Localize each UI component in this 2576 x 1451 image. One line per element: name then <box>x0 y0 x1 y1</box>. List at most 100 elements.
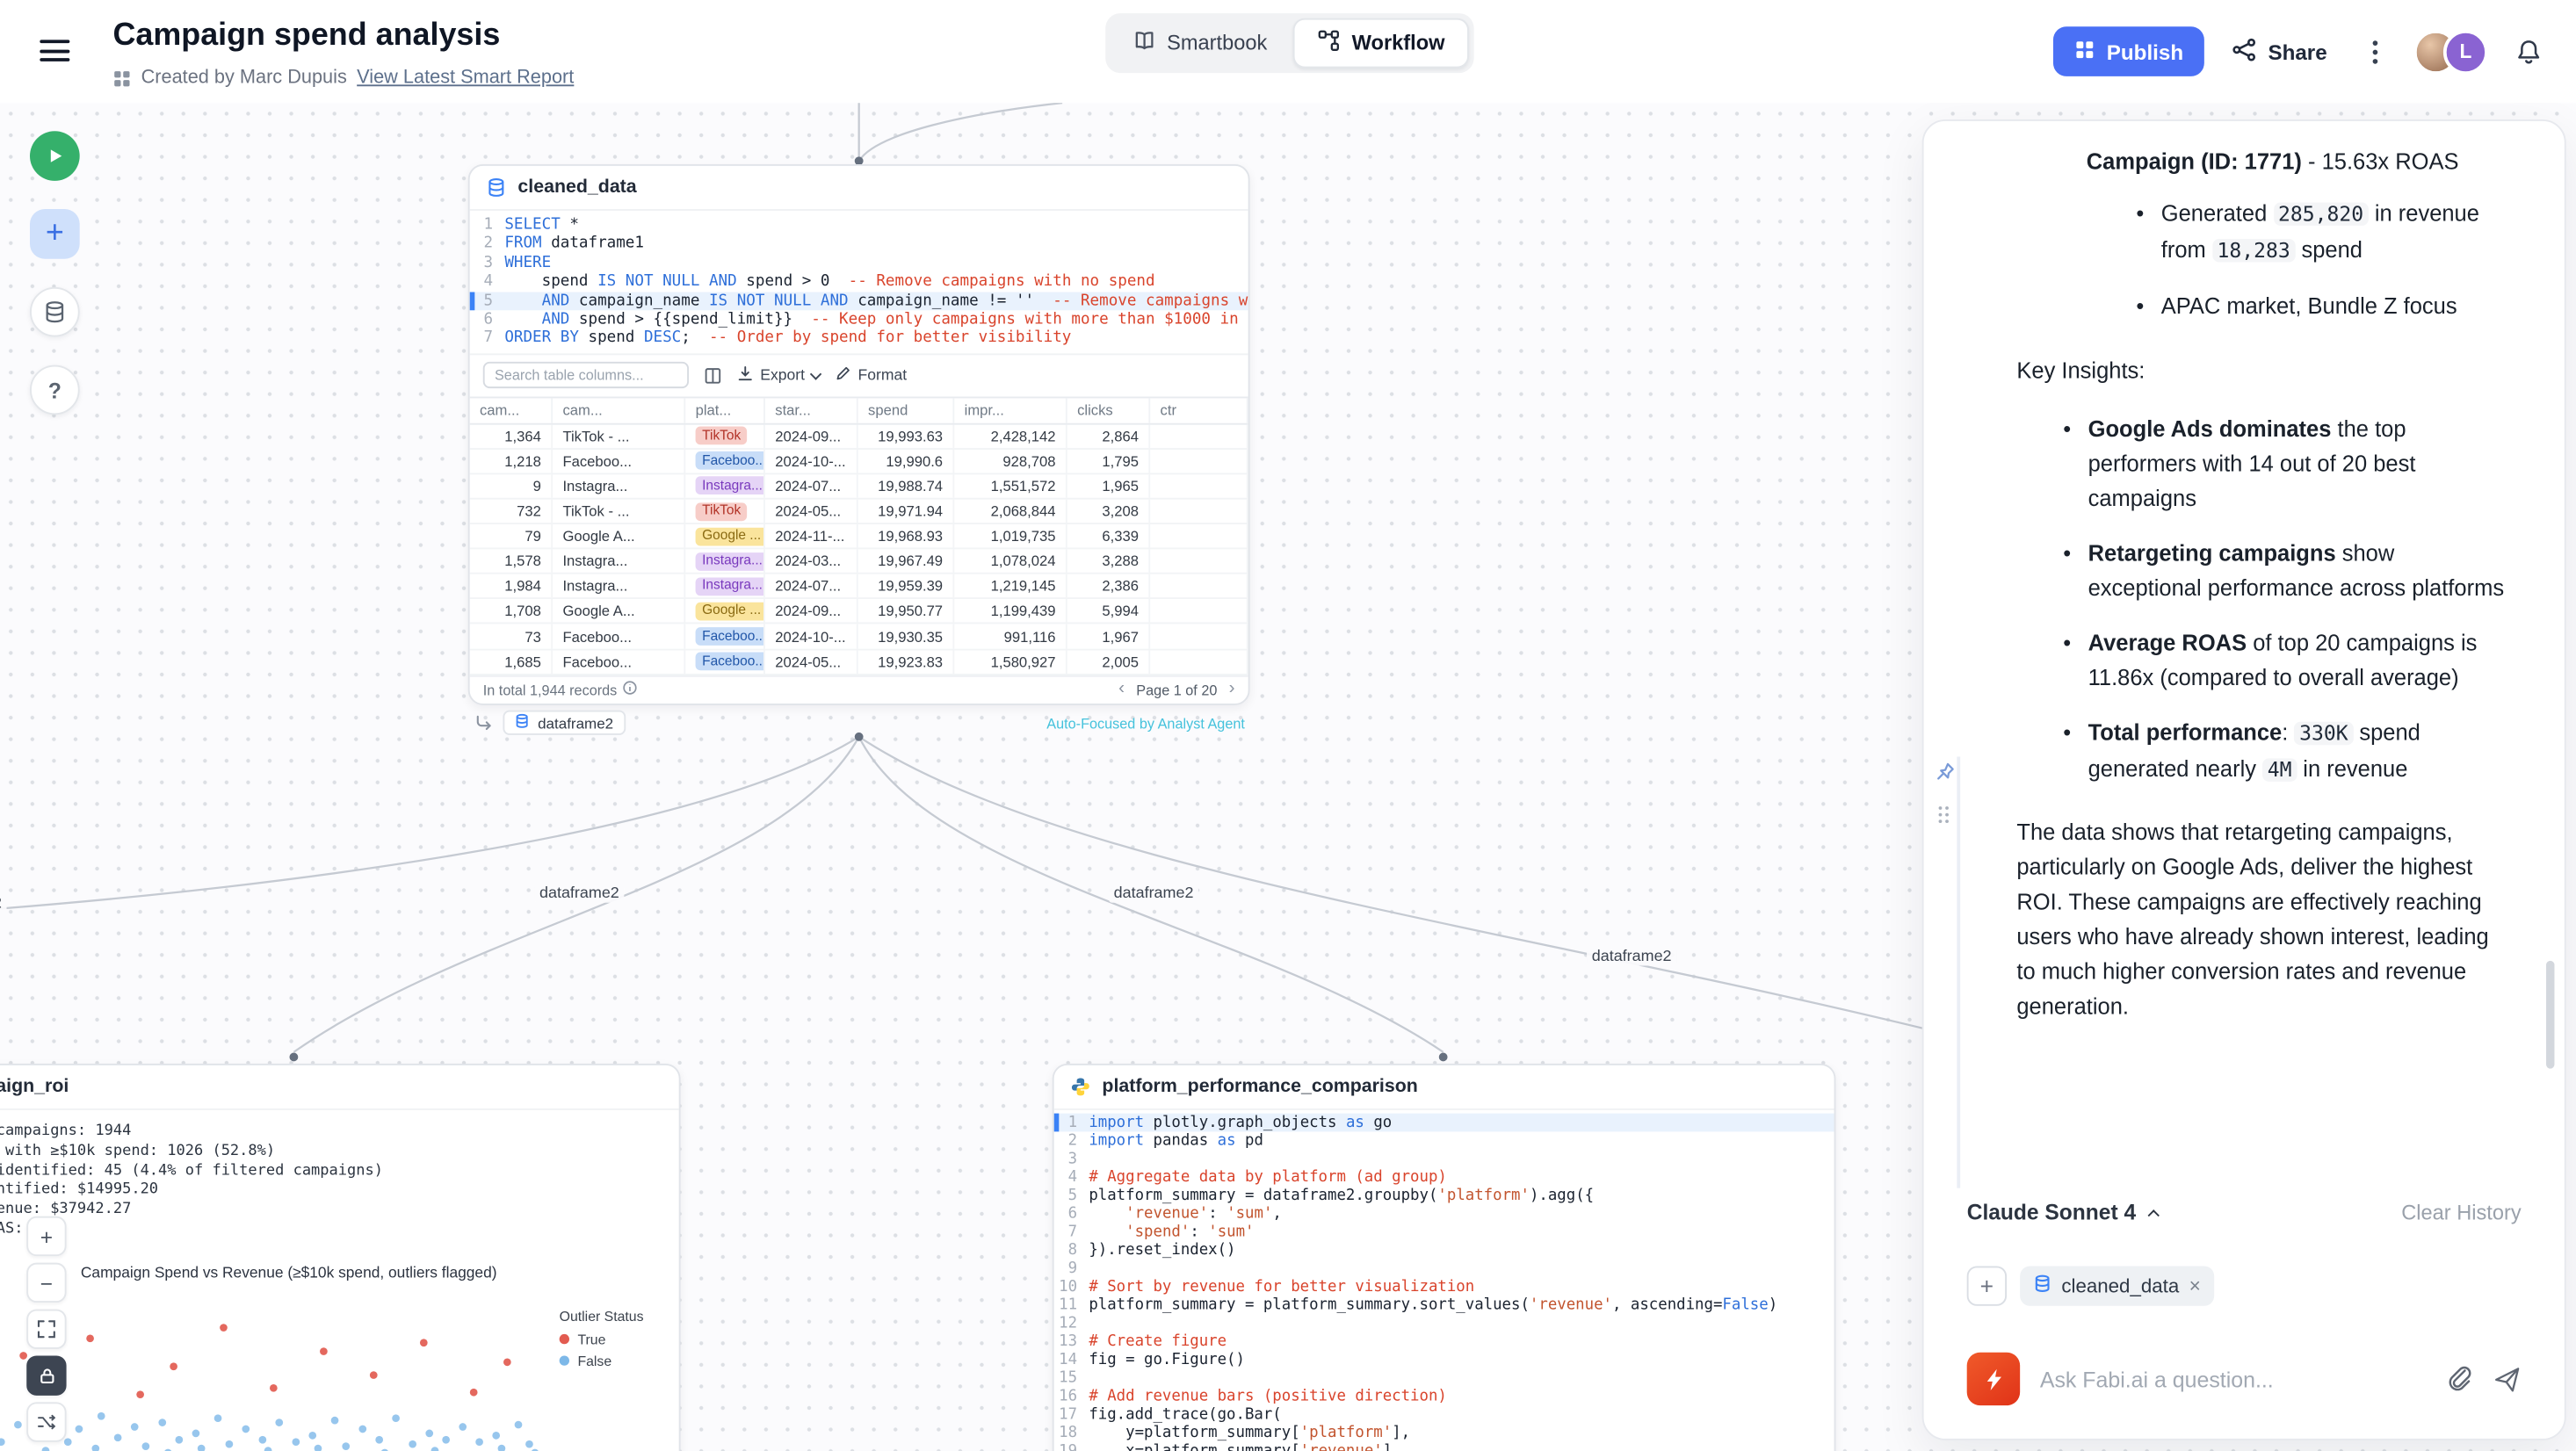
scatter-plot[interactable] <box>0 1290 546 1451</box>
latest-report-link[interactable]: View Latest Smart Report <box>357 68 574 88</box>
collaborator-avatars[interactable]: L <box>2413 29 2488 74</box>
table-cell <box>1150 650 1248 674</box>
publish-button[interactable]: Publish <box>2053 26 2204 76</box>
auto-layout-button[interactable] <box>26 1402 66 1441</box>
pin-icon[interactable] <box>1936 760 1956 790</box>
table-row[interactable]: 1,578Instagra...Instagra...2024-03...19,… <box>470 550 1248 575</box>
clear-history-button[interactable]: Clear History <box>2401 1201 2521 1224</box>
table-cell: 3,208 <box>1067 500 1150 523</box>
python-icon <box>1071 1077 1091 1097</box>
export-button[interactable]: Export <box>737 365 820 386</box>
column-header[interactable]: clicks <box>1067 398 1150 422</box>
table-row[interactable]: 73Faceboo...Faceboo...2024-10-...19,930.… <box>470 624 1248 650</box>
tab-smartbook-label: Smartbook <box>1167 32 1267 54</box>
node-platform-performance[interactable]: platform_performance_comparison 1import … <box>1053 1064 1836 1451</box>
run-all-button[interactable] <box>30 131 80 181</box>
table-cell: TikTok - ... <box>553 500 685 523</box>
node-header[interactable]: platform_performance_comparison <box>1054 1065 1834 1108</box>
dataframe-chip[interactable]: dataframe2 <box>503 711 625 735</box>
zoom-in-button[interactable]: + <box>26 1216 66 1256</box>
code-line: 3WHERE <box>470 254 1248 273</box>
column-header[interactable]: cam... <box>553 398 685 422</box>
chat-question-input[interactable] <box>2040 1367 2427 1391</box>
add-context-button[interactable]: + <box>1967 1266 2007 1305</box>
output-line: Total ad campaigns: 1944 <box>0 1123 662 1143</box>
scatter-point <box>492 1432 500 1440</box>
node-header[interactable]: campaign_roi <box>0 1065 679 1108</box>
table-row[interactable]: 79Google A...Google ...2024-11-...19,968… <box>470 524 1248 550</box>
code-line: 18 y=platform_summary['platform'], <box>1054 1424 1834 1442</box>
table-cell: 1,580,927 <box>954 650 1067 674</box>
chat-scrollbar[interactable] <box>2546 961 2554 1069</box>
table-cell: 1,965 <box>1067 474 1150 498</box>
info-icon[interactable] <box>622 681 637 699</box>
table-cell <box>1150 424 1248 448</box>
platform-badge: Google ... <box>696 603 765 621</box>
column-header[interactable]: impr... <box>954 398 1067 422</box>
scatter-point <box>459 1423 467 1431</box>
column-header[interactable]: spend <box>858 398 955 422</box>
table-cell: Instagra... <box>685 474 765 498</box>
column-header[interactable]: cam... <box>470 398 553 422</box>
code-line: 14fig = go.Figure() <box>1054 1351 1834 1369</box>
node-campaign-roi[interactable]: campaign_roi Total ad campaigns: 1944 Cam… <box>0 1064 681 1451</box>
add-cell-button[interactable]: + <box>30 209 80 259</box>
table-search-input[interactable] <box>483 362 689 388</box>
scatter-point <box>498 1444 506 1451</box>
data-sources-button[interactable] <box>30 287 80 337</box>
sql-editor[interactable]: 1SELECT *2FROM dataframe13WHERE4 spend I… <box>470 209 1248 353</box>
format-button[interactable]: Format <box>835 365 907 386</box>
table-cell: 19,993.63 <box>858 424 955 448</box>
scatter-point <box>170 1362 177 1370</box>
table-row[interactable]: 1,685Faceboo...Faceboo...2024-05...19,92… <box>470 650 1248 675</box>
table-cell: 991,116 <box>954 624 1067 648</box>
scatter-point <box>226 1440 234 1447</box>
scatter-point <box>370 1371 378 1379</box>
context-chip[interactable]: cleaned_data × <box>2020 1266 2214 1305</box>
fit-view-button[interactable] <box>26 1310 66 1349</box>
table-row[interactable]: 1,218Faceboo...Faceboo...2024-10-...19,9… <box>470 450 1248 475</box>
share-button[interactable]: Share <box>2223 26 2337 76</box>
notifications-bell-icon[interactable] <box>2507 30 2550 73</box>
header-actions: Publish Share L <box>2053 26 2549 76</box>
table-row[interactable]: 1,364TikTok - ...TikTok2024-09...19,993.… <box>470 424 1248 450</box>
prev-page-button[interactable]: ‹ <box>1118 681 1125 699</box>
node-header[interactable]: cleaned_data <box>470 166 1248 209</box>
table-cell: Faceboo... <box>553 650 685 674</box>
legend-item[interactable]: True <box>560 1331 644 1347</box>
lock-button[interactable] <box>26 1355 66 1395</box>
scatter-point <box>315 1444 322 1451</box>
zoom-out-button[interactable]: − <box>26 1263 66 1303</box>
legend-item[interactable]: False <box>560 1352 644 1368</box>
tab-smartbook[interactable]: Smartbook <box>1111 18 1291 69</box>
table-cell: Instagra... <box>553 550 685 574</box>
column-header[interactable]: star... <box>765 398 858 422</box>
drag-handle-icon[interactable] <box>1937 803 1950 833</box>
attachment-icon[interactable] <box>2447 1366 2473 1392</box>
table-row[interactable]: 9Instagra...Instagra...2024-07...19,988.… <box>470 474 1248 500</box>
table-row[interactable]: 1,708Google A...Google ...2024-09...19,9… <box>470 600 1248 625</box>
columns-icon[interactable] <box>704 366 722 385</box>
help-button[interactable]: ? <box>30 365 80 415</box>
avatar[interactable]: L <box>2443 29 2488 74</box>
menu-icon[interactable] <box>40 40 69 61</box>
python-editor[interactable]: 1import plotly.graph_objects as go2impor… <box>1054 1108 1834 1451</box>
next-page-button[interactable]: › <box>1229 681 1235 699</box>
chart-title: Campaign Spend vs Revenue (≥$10k spend, … <box>0 1247 679 1281</box>
code-line: 17fig.add_trace(go.Bar( <box>1054 1405 1834 1424</box>
more-options-icon[interactable] <box>2355 30 2395 73</box>
table-cell: 19,967.49 <box>858 550 955 574</box>
chat-messages[interactable]: Campaign (ID: 1771) - 15.63x ROAS Genera… <box>1924 121 2565 1183</box>
tab-workflow[interactable]: Workflow <box>1294 18 1470 69</box>
send-icon[interactable] <box>2493 1365 2522 1393</box>
result-table[interactable]: 1,364TikTok - ...TikTok2024-09...19,993.… <box>470 424 1248 675</box>
table-row[interactable]: 1,984Instagra...Instagra...2024-07...19,… <box>470 574 1248 600</box>
node-cleaned-data[interactable]: cleaned_data 1SELECT *2FROM dataframe13W… <box>468 164 1250 705</box>
close-icon[interactable]: × <box>2189 1274 2201 1297</box>
table-row[interactable]: 732TikTok - ...TikTok2024-05...19,971.94… <box>470 500 1248 525</box>
code-line: 12 <box>1054 1314 1834 1332</box>
column-header[interactable]: plat... <box>685 398 765 422</box>
table-cell <box>1150 474 1248 498</box>
column-header[interactable]: ctr <box>1150 398 1248 422</box>
model-selector[interactable]: Claude Sonnet 4 <box>1967 1200 2158 1224</box>
